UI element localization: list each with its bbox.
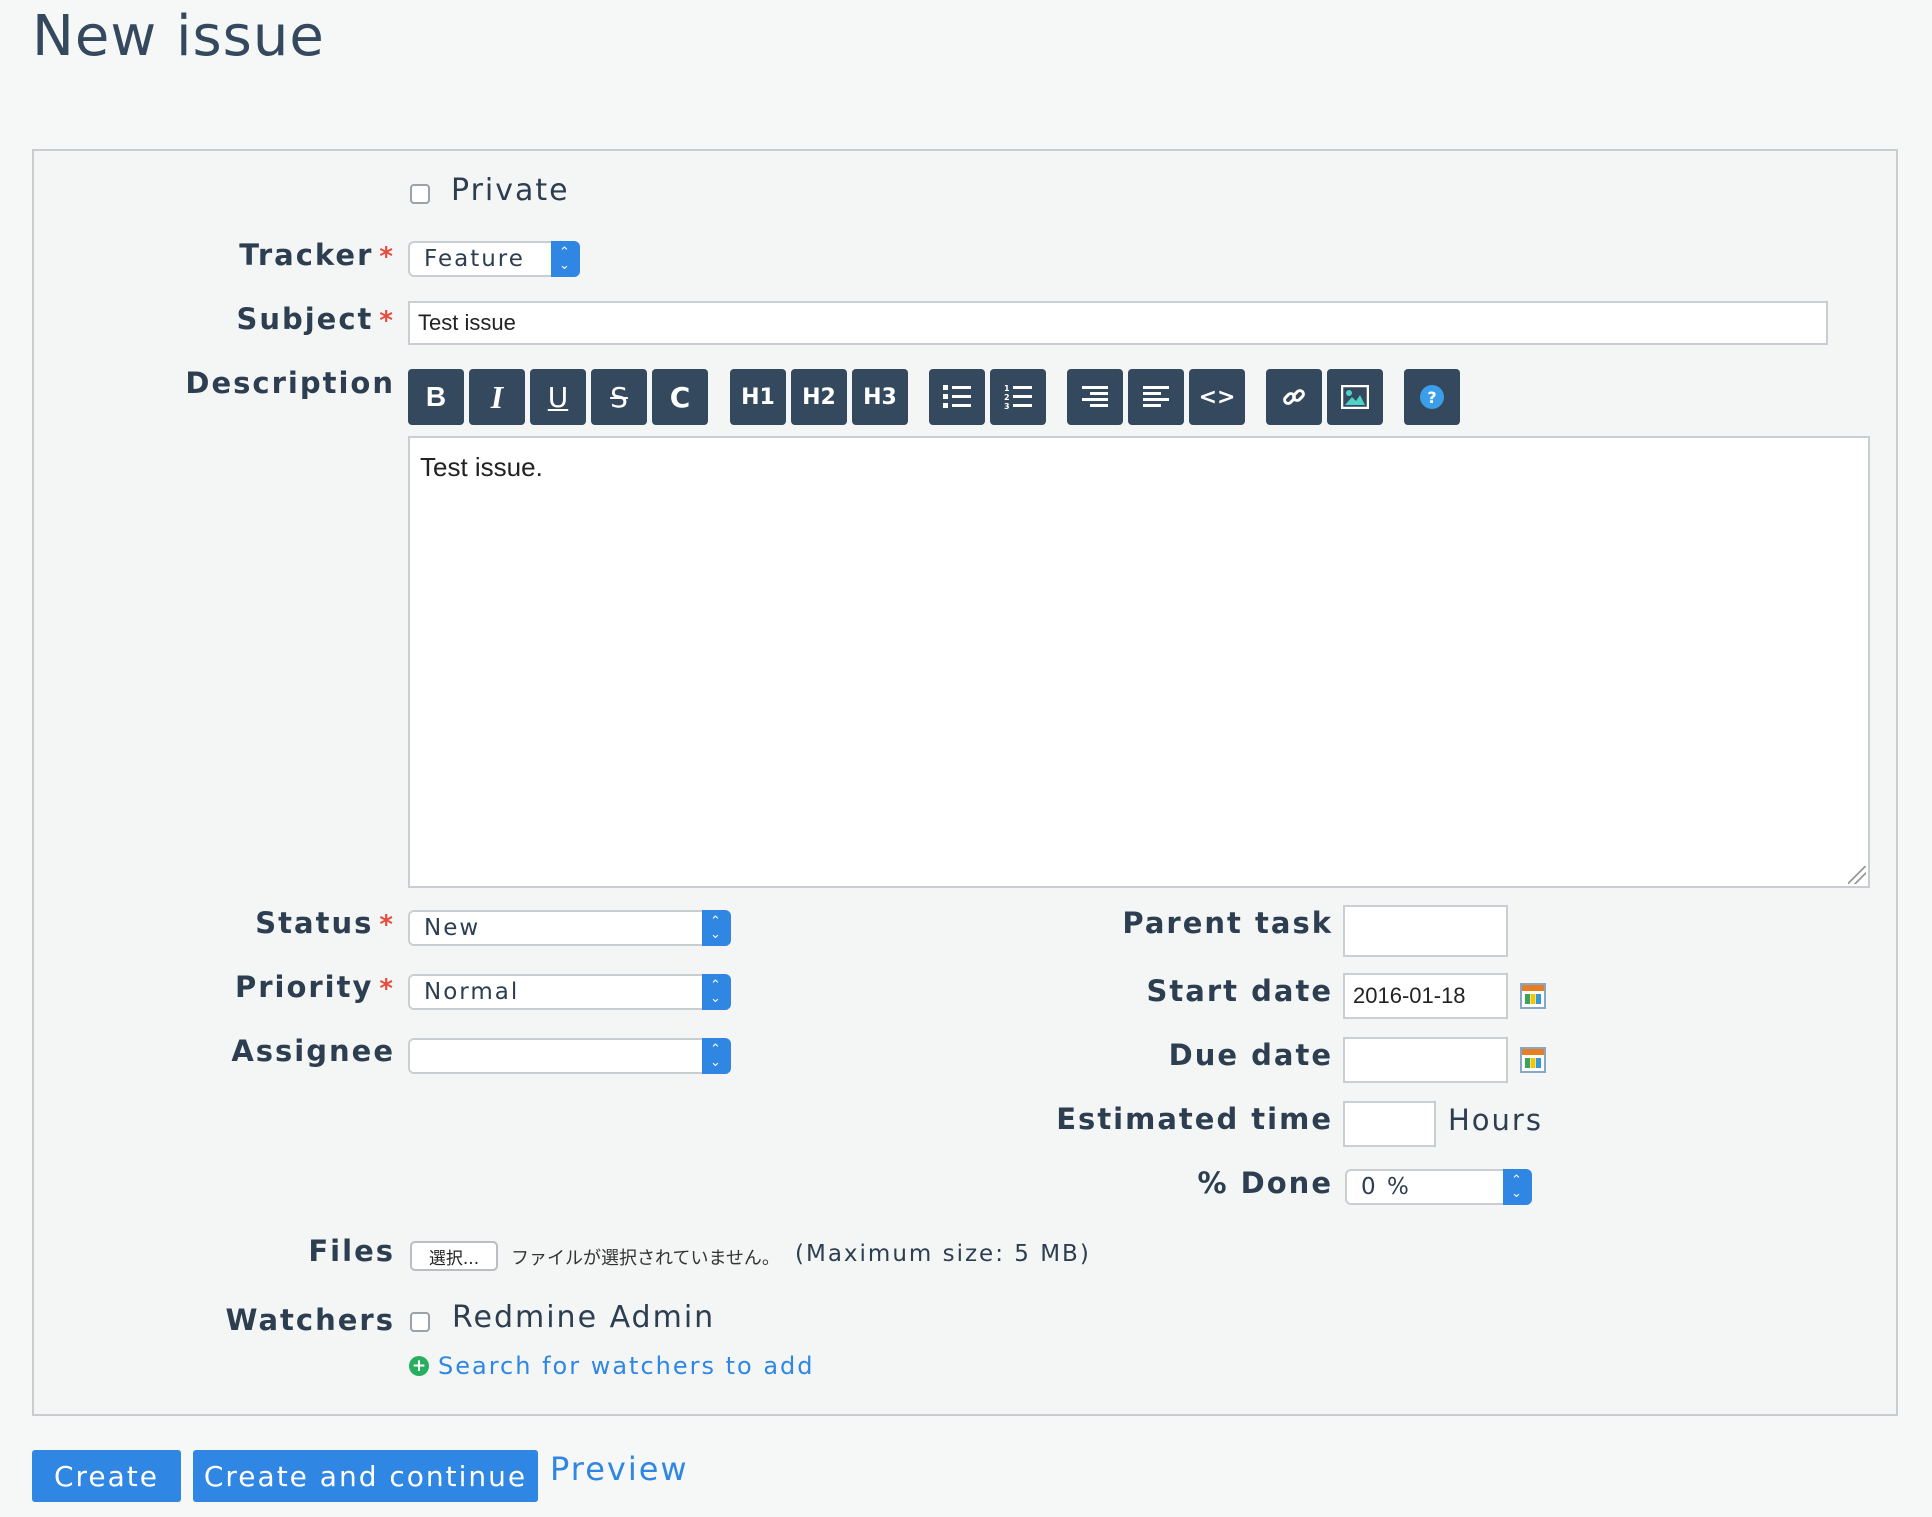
inline-code-icon: C: [669, 380, 691, 414]
bold-icon: B: [425, 381, 447, 412]
max-size-text: (Maximum size: 5 MB): [795, 1241, 1091, 1267]
done-label: % Done: [1197, 1166, 1333, 1200]
estimated-time-input[interactable]: [1343, 1101, 1436, 1147]
priority-select[interactable]: Normal ⌃ ⌄: [408, 974, 731, 1010]
watcher-checkbox[interactable]: [410, 1312, 430, 1332]
done-select[interactable]: 0 % ⌃ ⌄: [1345, 1169, 1532, 1205]
calendar-icon[interactable]: [1520, 1047, 1546, 1073]
select-arrows-icon: ⌃ ⌄: [702, 910, 731, 946]
priority-label: Priority *: [234, 970, 395, 1004]
image-icon: [1341, 385, 1369, 409]
select-arrows-icon: ⌃ ⌄: [702, 974, 731, 1010]
status-value: New: [424, 915, 481, 941]
start-date-label: Start date: [1146, 974, 1333, 1008]
image-button[interactable]: [1327, 369, 1383, 425]
due-date-label: Due date: [1168, 1038, 1333, 1072]
description-label: Description: [185, 366, 395, 400]
parent-task-input[interactable]: [1343, 905, 1508, 957]
select-arrows-icon: ⌃ ⌄: [702, 1038, 731, 1074]
code-block-button[interactable]: <>: [1189, 369, 1245, 425]
align-right-button[interactable]: [1067, 369, 1123, 425]
heading-1-button[interactable]: H1: [730, 369, 786, 425]
tracker-label: Tracker *: [239, 238, 395, 272]
status-label: Status *: [255, 906, 395, 940]
watchers-label: Watchers: [225, 1303, 395, 1337]
code-block-icon: <>: [1198, 384, 1236, 410]
link-button[interactable]: [1266, 369, 1322, 425]
private-label: Private: [451, 173, 570, 208]
create-button[interactable]: Create: [32, 1450, 181, 1502]
description-textarea[interactable]: Test issue.: [408, 436, 1870, 888]
due-date-input[interactable]: [1343, 1037, 1508, 1083]
preview-link[interactable]: Preview: [550, 1450, 689, 1488]
strikethrough-icon: S: [610, 380, 628, 414]
select-arrows-icon: ⌃ ⌄: [551, 241, 580, 277]
subject-label: Subject *: [236, 302, 395, 336]
subject-input[interactable]: Test issue: [408, 301, 1828, 345]
parent-task-label: Parent task: [1122, 906, 1333, 940]
private-checkbox[interactable]: [410, 184, 430, 204]
italic-button[interactable]: I: [469, 369, 525, 425]
watcher-name: Redmine Admin: [452, 1300, 716, 1335]
tracker-select[interactable]: Feature ⌃ ⌄: [408, 241, 580, 277]
calendar-icon[interactable]: [1520, 983, 1546, 1009]
heading-2-icon: H2: [802, 384, 836, 410]
heading-3-icon: H3: [863, 384, 897, 410]
svg-text:1: 1: [1004, 384, 1010, 393]
svg-text:2: 2: [1004, 393, 1010, 402]
ordered-list-icon: 123: [1004, 384, 1032, 411]
svg-text:3: 3: [1004, 402, 1010, 411]
select-arrows-icon: ⌃ ⌄: [1503, 1169, 1532, 1205]
align-left-button[interactable]: [1128, 369, 1184, 425]
align-left-icon: [1143, 386, 1169, 407]
underline-button[interactable]: U: [530, 369, 586, 425]
add-icon[interactable]: +: [409, 1356, 429, 1376]
priority-value: Normal: [424, 979, 520, 1005]
italic-icon: I: [490, 378, 504, 415]
inline-code-button[interactable]: C: [652, 369, 708, 425]
page-title: New issue: [32, 4, 325, 69]
underline-icon: U: [547, 380, 569, 414]
heading-3-button[interactable]: H3: [852, 369, 908, 425]
file-choose-button[interactable]: 選択...: [410, 1241, 498, 1271]
bold-button[interactable]: B: [408, 369, 464, 425]
assignee-select[interactable]: ⌃ ⌄: [408, 1038, 731, 1074]
help-button[interactable]: ?: [1404, 369, 1460, 425]
unordered-list-button[interactable]: [929, 369, 985, 425]
resize-handle-icon[interactable]: [1848, 866, 1866, 884]
files-label: Files: [308, 1234, 395, 1268]
hours-label: Hours: [1448, 1103, 1543, 1137]
align-right-icon: [1082, 386, 1108, 407]
help-icon: ?: [1420, 385, 1444, 409]
link-icon: [1283, 389, 1305, 405]
assignee-label: Assignee: [231, 1034, 395, 1068]
start-date-input[interactable]: 2016-01-18: [1343, 973, 1508, 1019]
search-watchers-link[interactable]: Search for watchers to add: [438, 1352, 815, 1380]
heading-1-icon: H1: [741, 384, 775, 410]
unordered-list-icon: [943, 385, 971, 408]
ordered-list-button[interactable]: 123: [990, 369, 1046, 425]
status-select[interactable]: New ⌃ ⌄: [408, 910, 731, 946]
strikethrough-button[interactable]: S: [591, 369, 647, 425]
tracker-value: Feature: [424, 246, 525, 272]
done-value: 0 %: [1361, 1174, 1411, 1200]
description-text: Test issue.: [420, 452, 543, 482]
create-and-continue-button[interactable]: Create and continue: [193, 1450, 538, 1502]
no-file-text: ファイルが選択されていません。: [511, 1248, 780, 1269]
heading-2-button[interactable]: H2: [791, 369, 847, 425]
estimated-time-label: Estimated time: [1056, 1102, 1333, 1136]
